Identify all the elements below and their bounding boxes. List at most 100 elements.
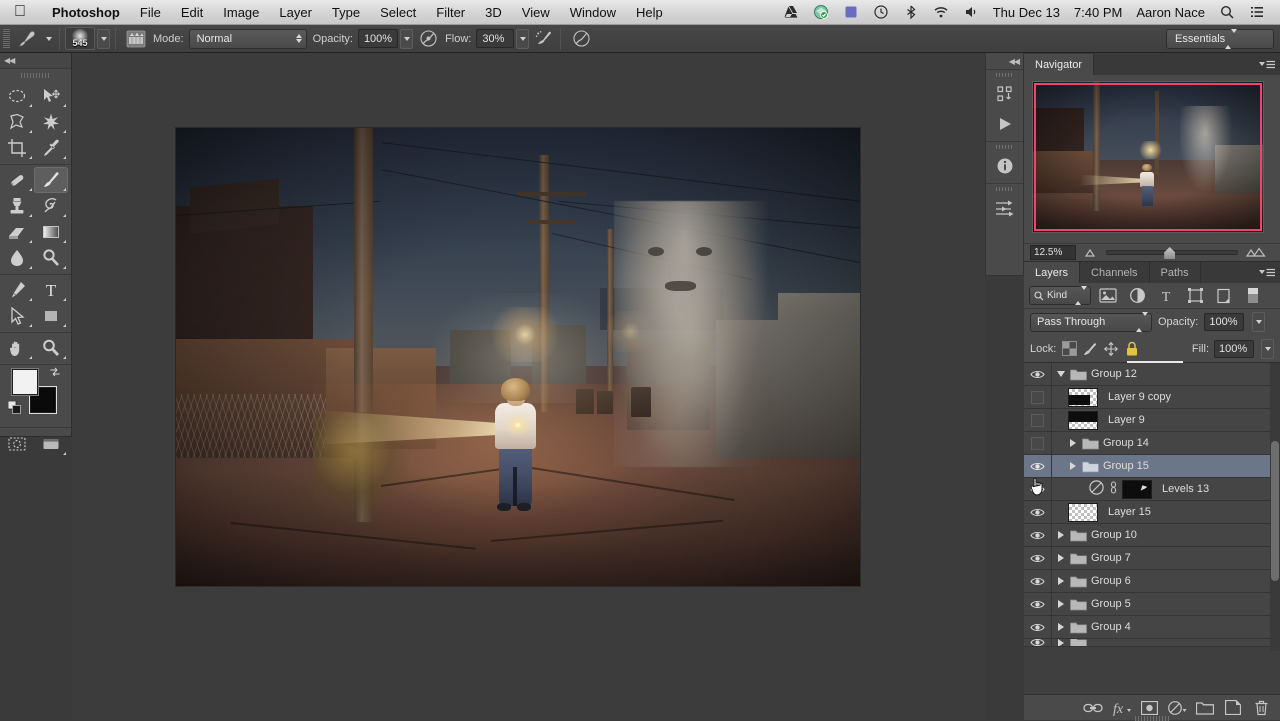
zoom-slider-handle[interactable] xyxy=(1164,247,1176,259)
lock-image-icon[interactable] xyxy=(1082,341,1098,357)
volume-icon[interactable] xyxy=(956,4,986,20)
table-row[interactable]: Layer 9 xyxy=(1024,408,1280,432)
chevron-right-icon[interactable] xyxy=(1056,639,1066,646)
toolbar-grip[interactable] xyxy=(0,69,71,81)
bluetooth-icon[interactable] xyxy=(896,4,926,20)
brush-size-preview[interactable]: 545 xyxy=(65,27,95,50)
clone-stamp-tool[interactable] xyxy=(0,193,34,219)
dock-grip[interactable] xyxy=(986,142,1023,151)
chevron-right-icon[interactable] xyxy=(1056,576,1066,586)
layer-fill-input[interactable]: 100% xyxy=(1214,339,1254,358)
screen-mode-icon[interactable] xyxy=(34,431,68,457)
chevron-right-icon[interactable] xyxy=(1068,438,1078,448)
options-bar-grip[interactable] xyxy=(3,28,10,49)
layer-row-content[interactable]: Layer 9 xyxy=(1052,409,1280,431)
dock-grip[interactable] xyxy=(986,70,1023,79)
table-row[interactable]: Layer 15 xyxy=(1024,500,1280,524)
layer-row-content[interactable]: Layer 9 copy xyxy=(1052,386,1280,408)
lock-all-icon[interactable] xyxy=(1124,341,1140,357)
zoom-slider-track[interactable] xyxy=(1106,247,1238,259)
layer-thumbnail[interactable] xyxy=(1068,502,1098,522)
layer-visibility-toggle[interactable] xyxy=(1024,615,1052,639)
layers-scrollbar[interactable] xyxy=(1270,363,1280,651)
flow-input[interactable]: 30% xyxy=(476,29,515,48)
dock-grip[interactable] xyxy=(986,184,1023,193)
google-drive-icon[interactable] xyxy=(776,4,806,20)
pressure-size-icon[interactable] xyxy=(570,28,592,50)
chevron-right-icon[interactable] xyxy=(1056,599,1066,609)
menu-file[interactable]: File xyxy=(130,0,171,25)
link-layers-icon[interactable] xyxy=(1080,697,1106,719)
menu-layer[interactable]: Layer xyxy=(269,0,322,25)
gradient-tool[interactable] xyxy=(34,219,68,245)
foreground-color-swatch[interactable] xyxy=(12,369,38,395)
dodge-tool[interactable] xyxy=(34,245,68,271)
toolbar-collapse-bar[interactable]: ◀◀ xyxy=(0,53,71,69)
table-row[interactable]: Group 5 xyxy=(1024,592,1280,616)
layer-visibility-toggle[interactable] xyxy=(1024,546,1052,570)
actions-play-icon[interactable] xyxy=(986,109,1023,139)
document-canvas-area[interactable] xyxy=(72,53,985,720)
panel-menu-icon[interactable] xyxy=(1259,60,1275,71)
layer-opacity-input[interactable]: 100% xyxy=(1204,313,1245,331)
chevron-down-icon[interactable] xyxy=(1056,369,1066,379)
tab-channels[interactable]: Channels xyxy=(1080,262,1150,283)
blur-tool[interactable] xyxy=(0,245,34,271)
delete-layer-icon[interactable] xyxy=(1248,697,1274,719)
layer-row-content[interactable]: Group 12 xyxy=(1052,363,1280,385)
layer-visibility-toggle[interactable] xyxy=(1024,523,1052,547)
navigator-thumbnail[interactable] xyxy=(1032,81,1264,233)
table-row[interactable]: Layer 9 copy xyxy=(1024,385,1280,409)
layer-filter-kind-select[interactable]: Kind xyxy=(1029,286,1091,305)
pressure-opacity-icon[interactable] xyxy=(417,28,439,50)
menu-type[interactable]: Type xyxy=(322,0,370,25)
blend-mode-select[interactable]: Normal xyxy=(188,28,307,49)
lock-transparency-icon[interactable] xyxy=(1061,341,1077,357)
chevron-right-icon[interactable] xyxy=(1056,530,1066,540)
layer-opacity-dropdown[interactable] xyxy=(1252,312,1266,332)
default-colors-icon[interactable] xyxy=(7,400,21,414)
layer-visibility-toggle[interactable] xyxy=(1024,454,1052,478)
elliptical-marquee-tool[interactable] xyxy=(0,83,34,109)
table-row[interactable]: Group 12 xyxy=(1024,363,1280,386)
menu-select[interactable]: Select xyxy=(370,0,426,25)
lock-position-icon[interactable] xyxy=(1103,341,1119,357)
brush-tool-preset-icon[interactable] xyxy=(14,27,40,51)
layer-row-content[interactable]: Layer 15 xyxy=(1052,501,1280,523)
filter-toggle-icon[interactable] xyxy=(1241,286,1265,306)
zoom-level-input[interactable]: 12.5% xyxy=(1030,245,1076,260)
tab-layers[interactable]: Layers xyxy=(1024,262,1081,283)
layer-thumbnail[interactable] xyxy=(1068,387,1098,407)
purple-square-icon[interactable] xyxy=(836,4,866,20)
layer-thumbnail[interactable] xyxy=(1068,410,1098,430)
workspace-selector[interactable]: Essentials xyxy=(1166,28,1274,49)
layer-row-content[interactable]: Group 15 xyxy=(1052,455,1280,477)
rectangle-tool[interactable] xyxy=(34,303,68,329)
layer-row-content[interactable]: Group 7 xyxy=(1052,547,1280,569)
layer-visibility-toggle[interactable] xyxy=(1024,477,1052,501)
chevron-right-icon[interactable] xyxy=(1068,461,1078,471)
mask-link-icon[interactable] xyxy=(1109,481,1118,497)
history-brush-tool[interactable] xyxy=(34,193,68,219)
adjustments-panel-icon[interactable] xyxy=(986,193,1023,223)
table-row[interactable]: Group 10 xyxy=(1024,523,1280,547)
layer-blend-mode-select[interactable]: Pass Through xyxy=(1030,312,1152,332)
table-row[interactable]: Group 7 xyxy=(1024,546,1280,570)
eraser-tool[interactable] xyxy=(0,219,34,245)
opacity-input[interactable]: 100% xyxy=(357,29,399,48)
layer-style-fx-icon[interactable]: fx xyxy=(1108,697,1134,719)
brush-picker-dropdown[interactable] xyxy=(97,28,110,49)
layer-row-content[interactable]: Group 5 xyxy=(1052,593,1280,615)
menu-image[interactable]: Image xyxy=(213,0,269,25)
eyedropper-tool[interactable] xyxy=(34,135,68,161)
filter-smartobject-icon[interactable] xyxy=(1212,286,1236,306)
chevron-right-icon[interactable] xyxy=(1056,622,1066,632)
opacity-dropdown[interactable] xyxy=(400,28,414,49)
search-icon[interactable] xyxy=(1212,4,1242,20)
flow-dropdown[interactable] xyxy=(516,28,530,49)
layer-row-content[interactable]: Group 4 xyxy=(1052,616,1280,638)
brush-tool[interactable] xyxy=(34,167,68,193)
menu-3d[interactable]: 3D xyxy=(475,0,512,25)
table-row[interactable] xyxy=(1024,639,1280,647)
table-row[interactable]: Levels 13 xyxy=(1024,477,1280,501)
